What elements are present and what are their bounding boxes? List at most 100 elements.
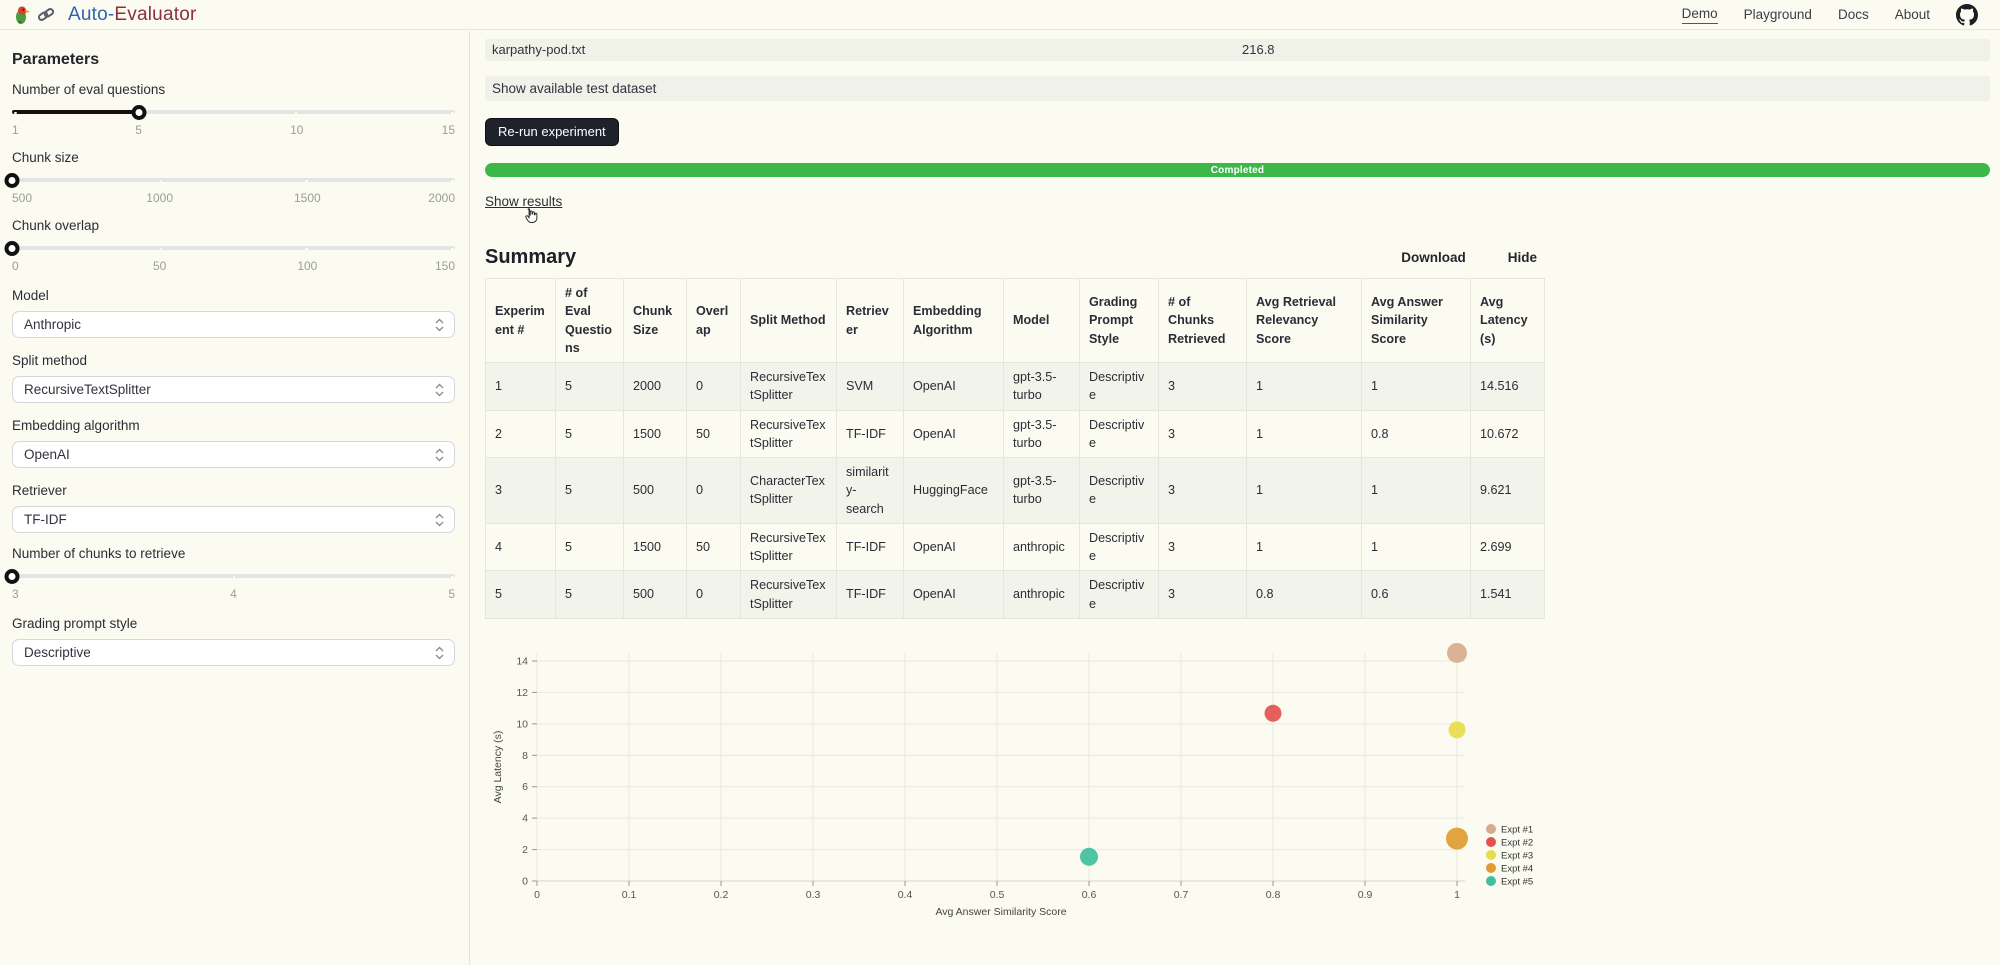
nav-link-docs[interactable]: Docs [1838,7,1869,22]
table-cell: 3 [485,457,556,524]
legend-swatch [1486,823,1496,834]
github-icon[interactable] [1956,3,1978,26]
slider-tick-dot [451,575,454,578]
x-tick-label: 0.4 [898,889,913,901]
table-cell: anthropic [1003,522,1080,572]
test-dataset-expander[interactable]: Show available test dataset [485,76,1990,101]
slider-tick-label: 1500 [293,191,321,205]
table-cell: TF-IDF [836,522,904,572]
y-tick-label: 6 [522,781,528,793]
summary-section: Summary Download Hide Experiment # # of E… [485,246,1545,937]
slider-tick-label: 2000 [428,191,455,205]
x-tick-label: 0.3 [806,889,821,901]
column-header: Avg Answer Similarity Score [1361,278,1471,363]
expander-label: Show available test dataset [492,81,657,96]
table-cell: gpt-3.5-turbo [1003,409,1080,458]
table-cell: 14.516 [1470,362,1545,411]
retriever-select[interactable]: TF-IDF [12,506,455,533]
slider-handle[interactable] [131,105,147,120]
table-cell: OpenAI [903,362,1004,411]
download-button[interactable]: Download [1401,250,1466,265]
link-icon [36,5,56,25]
embedding-select-group: Embedding algorithm OpenAI [12,418,455,468]
slider-handle[interactable] [4,569,20,584]
table-cell: 0.6 [1361,570,1471,619]
table-cell: 1 [1361,457,1471,524]
y-tick-label: 0 [522,875,528,887]
slider-handle[interactable] [4,241,20,256]
column-header: Avg Latency (s) [1470,278,1545,363]
slider-track[interactable] [4,569,455,584]
x-tick-label: 0.5 [990,889,1005,901]
nav-link-demo[interactable]: Demo [1681,6,1718,24]
chart-point[interactable] [1446,827,1468,850]
slider-tick-dot [451,247,454,250]
table-row: 2 5 1500 50 RecursiveTextSplitter TF-IDF OpenA… [485,409,1545,458]
table-cell: OpenAI [903,409,1004,458]
slider-label: Chunk size [12,150,79,165]
column-header: Retriever [836,278,904,363]
split-method-select[interactable]: RecursiveTextSplitter [12,376,455,403]
slider-tick-label: 50 [152,259,167,273]
nav-link-playground[interactable]: Playground [1744,7,1812,22]
hand-cursor-icon [523,207,538,229]
column-header: Embedding Algorithm [903,278,1004,363]
table-cell: 500 [623,457,687,524]
grading-style-select[interactable]: Descriptive [12,639,455,666]
table-cell: OpenAI [903,522,1004,572]
slider-tick-dot [305,179,308,182]
table-cell: 1 [1246,522,1362,572]
table-cell: 3 [1158,457,1247,524]
chunk-overlap-slider[interactable]: Chunk overlap 0 50 100 150 [4,218,455,273]
slider-track[interactable] [12,105,455,120]
y-tick-label: 2 [522,844,528,856]
slider-tick-label: 1 [12,123,19,137]
table-row: 3 5 500 0 CharacterTextSplitter similarity-se… [485,457,1545,524]
model-select[interactable]: Anthropic [12,311,455,338]
brand: Auto-Evaluator [12,4,197,26]
slider-label: Chunk overlap [12,218,100,233]
split-method-select-group: Split method RecursiveTextSplitter [12,353,455,403]
table-cell: 2.699 [1470,522,1545,572]
slider-ticks: 3 4 5 [12,585,455,601]
slider-tick-label: 15 [441,123,455,137]
slider-handle[interactable] [4,173,20,188]
rerun-experiment-button[interactable]: Re-run experiment [485,118,619,146]
stepper-icon [435,646,444,659]
slider-tick-label: 0 [12,259,19,273]
chart-point[interactable] [1448,721,1466,739]
table-cell: TF-IDF [836,409,904,458]
scatter-chart: 0 2 4 6 8 10 12 14 0 0.1 0.2 0.3 0.4 0.5 0.6 0.7 0.8 0.9 1… [485,637,1543,937]
table-cell: 1 [485,362,556,411]
legend-swatch [1486,849,1496,860]
x-tick-label: 0.9 [1358,889,1373,901]
slider-tick-dot [294,111,298,114]
table-cell: RecursiveTextSplitter [740,522,837,572]
stepper-icon [435,448,444,461]
nav-link-about[interactable]: About [1895,7,1930,22]
eval-questions-slider[interactable]: Number of eval questions 1 5 10 15 [12,82,455,137]
table-row: 5 5 500 0 RecursiveTextSplitter TF-IDF OpenAI a… [485,570,1545,619]
chart-point[interactable] [1264,704,1282,722]
table-cell: 0 [686,457,741,524]
table-cell: 1 [1246,457,1362,524]
parrot-icon [12,5,32,25]
table-header-row: Experiment # # of Eval Questions Chunk Siz… [485,278,1545,363]
chart-point[interactable] [1080,847,1098,866]
column-header: Grading Prompt Style [1079,278,1159,363]
slider-track[interactable] [4,241,455,256]
chart-point[interactable] [1447,642,1467,663]
table-cell: 2 [485,409,556,458]
y-tick-label: 14 [516,655,528,667]
slider-tick-dot [451,111,454,114]
uploaded-file-size: 216.8 [1242,42,1275,57]
x-axis-title: Avg Answer Similarity Score [935,906,1066,918]
grading-style-select-group: Grading prompt style Descriptive [12,616,455,666]
embedding-select[interactable]: OpenAI [12,441,455,468]
hide-button[interactable]: Hide [1508,250,1537,265]
slider-track[interactable] [4,173,455,188]
table-cell: Descriptive [1079,362,1159,411]
retriever-label: Retriever [12,483,67,498]
num-chunks-slider[interactable]: Number of chunks to retrieve 3 4 5 [4,546,455,601]
chunk-size-slider[interactable]: Chunk size 500 1000 1500 2000 [4,150,455,205]
